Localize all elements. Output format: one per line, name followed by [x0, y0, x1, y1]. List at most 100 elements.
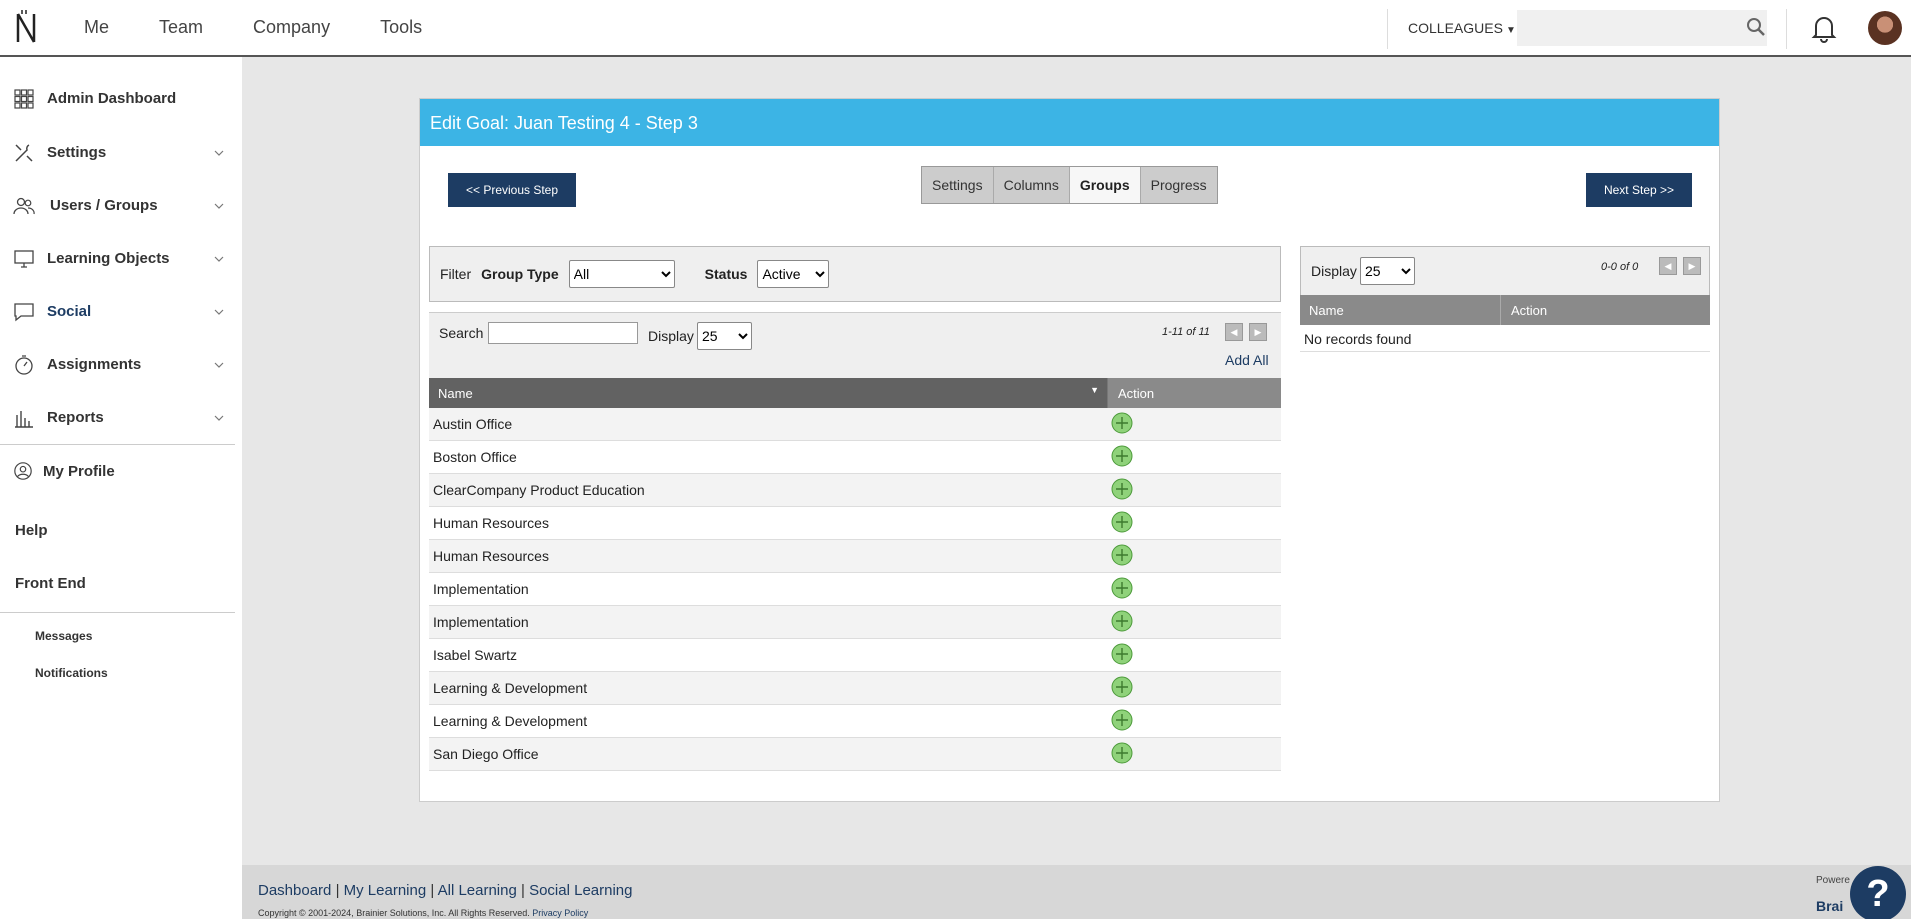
selected-header: Name Action — [1300, 295, 1710, 325]
tools-icon — [15, 143, 33, 162]
sidebar-item-reports[interactable]: Reports — [0, 391, 235, 444]
group-name: Austin Office — [433, 416, 513, 432]
group-name: Learning & Development — [433, 680, 588, 696]
privacy-policy-link[interactable]: Privacy Policy — [532, 908, 588, 918]
sidebar-item-assignments[interactable]: Assignments — [0, 338, 235, 391]
sidebar-item-label: Settings — [47, 144, 107, 161]
group-name: Isabel Swartz — [433, 647, 518, 663]
footer-link-dashboard[interactable]: Dashboard — [258, 882, 331, 899]
search-icon[interactable] — [1746, 17, 1766, 37]
footer-link-social-learning[interactable]: Social Learning — [529, 882, 632, 899]
selected-display-select[interactable]: 25 — [1360, 257, 1415, 285]
next-page-icon[interactable]: ▶ — [1683, 257, 1701, 275]
tab-groups[interactable]: Groups — [1069, 167, 1141, 203]
add-all-link[interactable]: Add All — [1225, 352, 1269, 368]
add-circle-icon[interactable] — [1111, 544, 1133, 566]
divider — [1786, 9, 1787, 49]
table-row: Learning & Development — [429, 672, 1281, 705]
sidebar-item-my-profile[interactable]: My Profile — [0, 451, 235, 491]
page-count: 1-11 of 11 — [1162, 326, 1210, 338]
footer-link-my-learning[interactable]: My Learning — [344, 882, 427, 899]
help-button[interactable]: ? — [1850, 866, 1906, 919]
table-row: Human Resources — [429, 507, 1281, 540]
sort-desc-icon: ▼ — [1090, 385, 1099, 395]
footer-link-all-learning[interactable]: All Learning — [438, 882, 517, 899]
nav-tools[interactable]: Tools — [380, 17, 422, 38]
add-circle-icon[interactable] — [1111, 511, 1133, 533]
nav-team[interactable]: Team — [159, 17, 203, 38]
display-count-select[interactable]: 25 — [697, 322, 752, 350]
add-circle-icon[interactable] — [1111, 676, 1133, 698]
users-icon — [13, 197, 35, 214]
next-page-icon[interactable]: ▶ — [1249, 323, 1267, 341]
status-select[interactable]: Active — [757, 260, 830, 288]
column-header-name[interactable]: Name ▼ — [429, 378, 1107, 408]
status-label: Status — [704, 266, 748, 282]
bar-chart-icon — [15, 410, 33, 428]
sidebar-item-front-end[interactable]: Front End — [15, 575, 86, 592]
step-tabs: Settings Columns Groups Progress — [921, 166, 1218, 204]
sidebar-item-label: Admin Dashboard — [47, 90, 177, 107]
next-step-button[interactable]: Next Step >> — [1586, 173, 1692, 207]
row-action — [1107, 676, 1133, 701]
search-input[interactable] — [1517, 10, 1767, 46]
add-circle-icon[interactable] — [1111, 742, 1133, 764]
prev-page-icon[interactable]: ◀ — [1659, 257, 1677, 275]
add-circle-icon[interactable] — [1111, 709, 1133, 731]
table-row: Isabel Swartz — [429, 639, 1281, 672]
column-header-name[interactable]: Name — [1300, 295, 1500, 325]
sidebar-item-settings[interactable]: Settings — [0, 126, 235, 179]
prev-page-icon[interactable]: ◀ — [1225, 323, 1243, 341]
add-circle-icon[interactable] — [1111, 643, 1133, 665]
sidebar-item-social[interactable]: Social — [0, 285, 235, 338]
tab-progress[interactable]: Progress — [1141, 167, 1217, 203]
footer-links: Dashboard | My Learning | All Learning |… — [258, 882, 632, 899]
filter-label: Filter — [440, 266, 472, 282]
chevron-down-icon — [214, 256, 224, 262]
previous-step-button[interactable]: << Previous Step — [448, 173, 576, 207]
caret-down-icon: ▼ — [1505, 25, 1516, 36]
table-row: Austin Office — [429, 408, 1281, 441]
sidebar-item-help[interactable]: Help — [15, 522, 48, 539]
add-circle-icon[interactable] — [1111, 577, 1133, 599]
column-header-name-label: Name — [438, 386, 473, 401]
sidebar-divider — [0, 612, 235, 613]
group-name: Learning & Development — [433, 713, 588, 729]
group-type-select[interactable]: All — [568, 260, 675, 288]
sidebar-item-learning-objects[interactable]: Learning Objects — [0, 232, 235, 285]
group-name: Human Resources — [433, 548, 549, 564]
group-name: Boston Office — [433, 449, 517, 465]
sidebar-item-admin-dashboard[interactable]: Admin Dashboard — [0, 72, 235, 125]
add-circle-icon[interactable] — [1111, 610, 1133, 632]
logo-icon[interactable] — [12, 10, 42, 46]
list-search-input[interactable] — [488, 322, 638, 344]
add-circle-icon[interactable] — [1111, 412, 1133, 434]
bell-icon[interactable] — [1808, 12, 1840, 44]
display-label: Display — [1311, 263, 1357, 279]
tab-columns[interactable]: Columns — [994, 167, 1070, 203]
chevron-down-icon — [214, 150, 224, 156]
stopwatch-icon — [15, 354, 33, 375]
nav-me[interactable]: Me — [84, 17, 109, 38]
add-circle-icon[interactable] — [1111, 445, 1133, 467]
separator: | — [521, 882, 525, 899]
add-circle-icon[interactable] — [1111, 478, 1133, 500]
sidebar: Admin Dashboard Settings Users / Groups … — [0, 57, 242, 919]
filter-bar: Filter Group Type All Status Active — [429, 246, 1281, 302]
sidebar-item-label: Users / Groups — [50, 197, 158, 214]
sidebar-item-label: My Profile — [43, 462, 115, 480]
nav-company[interactable]: Company — [253, 17, 330, 38]
sidebar-item-messages[interactable]: Messages — [35, 629, 92, 643]
row-action — [1107, 544, 1133, 569]
table-row: Human Resources — [429, 540, 1281, 573]
colleagues-dropdown[interactable]: COLLEAGUES ▼ — [1408, 20, 1516, 36]
row-action — [1107, 412, 1133, 437]
avatar[interactable] — [1868, 11, 1902, 45]
sidebar-item-notifications[interactable]: Notifications — [35, 666, 108, 680]
tab-settings[interactable]: Settings — [922, 167, 994, 203]
group-name: Implementation — [433, 614, 529, 630]
group-name: ClearCompany Product Education — [433, 482, 645, 498]
row-action — [1107, 709, 1133, 734]
sidebar-item-users-groups[interactable]: Users / Groups — [0, 179, 235, 232]
column-header-action: Action — [1107, 378, 1281, 408]
